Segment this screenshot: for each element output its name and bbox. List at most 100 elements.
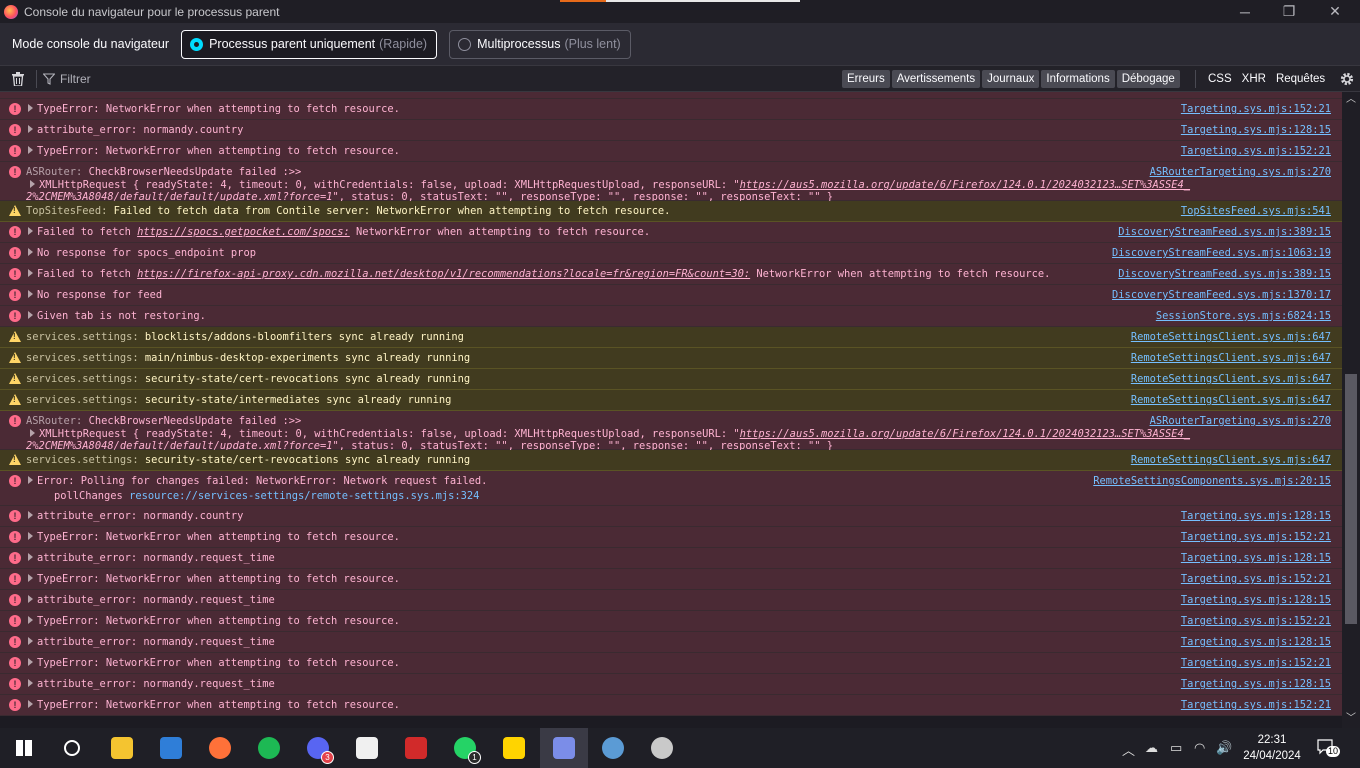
log-source-link[interactable]: Targeting.sys.mjs:152:21 bbox=[1181, 657, 1331, 669]
minimize-button[interactable]: ─ bbox=[1222, 0, 1268, 23]
log-source-link[interactable]: ASRouterTargeting.sys.mjs:270 bbox=[1150, 166, 1331, 178]
log-row-error[interactable]: ! ASRouter: CheckBrowserNeedsUpdate faile… bbox=[0, 162, 1342, 203]
filter-xhr-toggle[interactable]: XHR bbox=[1237, 70, 1271, 88]
expand-arrow-icon[interactable] bbox=[28, 125, 33, 133]
expand-arrow-icon[interactable] bbox=[28, 476, 33, 484]
expand-arrow-icon[interactable] bbox=[28, 700, 33, 708]
filter-warnings-toggle[interactable]: Avertissements bbox=[891, 70, 981, 88]
log-row-error[interactable]: ! attribute_error: normandy.country Target… bbox=[0, 506, 1342, 527]
taskbar-discord-button[interactable]: 3 bbox=[294, 728, 342, 768]
log-source-link[interactable]: Targeting.sys.mjs:152:21 bbox=[1181, 531, 1331, 543]
stack-source-link[interactable]: resource://services-settings/remote-sett… bbox=[129, 490, 479, 502]
volume-icon[interactable]: 🔊 bbox=[1216, 740, 1232, 756]
tray-chevron-icon[interactable]: ︿ bbox=[1122, 740, 1135, 759]
log-source-link[interactable]: RemoteSettingsClient.sys.mjs:647 bbox=[1131, 352, 1331, 364]
taskbar-firefox-devtools-button[interactable] bbox=[540, 728, 588, 768]
log-row-warning[interactable]: services.settings: security-state/cert-r… bbox=[0, 450, 1342, 471]
expand-arrow-icon[interactable] bbox=[30, 180, 35, 188]
expand-arrow-icon[interactable] bbox=[28, 574, 33, 582]
log-row-error[interactable]: ! TypeError: NetworkError when attempting… bbox=[0, 695, 1342, 716]
scroll-up-arrow-icon[interactable]: ︿ bbox=[1346, 95, 1356, 105]
expand-arrow-icon[interactable] bbox=[28, 553, 33, 561]
taskbar-file-explorer-button[interactable] bbox=[98, 728, 146, 768]
log-row-error[interactable]: ! attribute_error: normandy.request_time T… bbox=[0, 548, 1342, 569]
expand-arrow-icon[interactable] bbox=[28, 532, 33, 540]
log-row-error[interactable]: ! TypeError: NetworkError when attempting… bbox=[0, 653, 1342, 674]
taskbar-clock-app-button[interactable] bbox=[638, 728, 686, 768]
wifi-icon[interactable]: ◠ bbox=[1194, 740, 1205, 756]
filter-info-toggle[interactable]: Informations bbox=[1041, 70, 1115, 88]
log-source-link[interactable]: Targeting.sys.mjs:152:21 bbox=[1181, 145, 1331, 157]
scroll-down-arrow-icon[interactable]: ﹀ bbox=[1346, 714, 1356, 724]
log-source-link[interactable]: RemoteSettingsComponents.sys.mjs:20:15 bbox=[1093, 475, 1331, 487]
taskbar-firefox-button[interactable] bbox=[196, 728, 244, 768]
expand-arrow-icon[interactable] bbox=[28, 679, 33, 687]
xhr-response-url[interactable]: https://aus5.mozilla.org/update/6/Firefo… bbox=[740, 179, 1190, 191]
expand-arrow-icon[interactable] bbox=[28, 227, 33, 235]
log-source-link[interactable]: DiscoveryStreamFeed.sys.mjs:1370:17 bbox=[1112, 289, 1331, 301]
taskbar-sticky-notes-button[interactable] bbox=[490, 728, 538, 768]
taskbar-spotify-button[interactable] bbox=[245, 728, 293, 768]
expand-arrow-icon[interactable] bbox=[28, 269, 33, 277]
log-source-link[interactable]: Targeting.sys.mjs:128:15 bbox=[1181, 552, 1331, 564]
expand-arrow-icon[interactable] bbox=[28, 511, 33, 519]
maximize-button[interactable]: ❐ bbox=[1266, 0, 1312, 23]
log-row-warning[interactable]: services.settings: security-state/cert-r… bbox=[0, 369, 1342, 390]
log-row-error[interactable]: ! attribute_error: normandy.country Target… bbox=[0, 120, 1342, 141]
taskbar-winrar-button[interactable] bbox=[392, 728, 440, 768]
log-row-error[interactable]: ! TypeError: NetworkError when attempting… bbox=[0, 141, 1342, 162]
log-row-error[interactable]: ! TypeError: NetworkError when attempting… bbox=[0, 99, 1342, 120]
log-source-link[interactable]: RemoteSettingsClient.sys.mjs:647 bbox=[1131, 454, 1331, 466]
log-row-error[interactable]: ! attribute_error: normandy.request_time T… bbox=[0, 674, 1342, 695]
log-source-link[interactable]: Targeting.sys.mjs:152:21 bbox=[1181, 699, 1331, 711]
log-row-error[interactable]: ! Failed to fetch https://firefox-api-pro… bbox=[0, 264, 1342, 285]
expand-arrow-icon[interactable] bbox=[28, 595, 33, 603]
log-source-link[interactable]: DiscoveryStreamFeed.sys.mjs:1063:19 bbox=[1112, 247, 1331, 259]
log-row-warning[interactable]: services.settings: main/nimbus-desktop-e… bbox=[0, 348, 1342, 369]
log-url-link[interactable]: https://spocs.getpocket.com/spocs: bbox=[137, 226, 350, 238]
xhr-object[interactable]: XMLHttpRequest { readyState: 4, timeout:… bbox=[26, 428, 1190, 440]
log-row-error[interactable]: ! TypeError: NetworkError when attempting… bbox=[0, 611, 1342, 632]
xhr-object[interactable]: XMLHttpRequest { readyState: 4, timeout:… bbox=[26, 179, 1190, 191]
log-row-warning[interactable]: TopSitesFeed: Failed to fetch data from … bbox=[0, 201, 1342, 222]
log-row-error[interactable]: ! Error: Polling for changes failed: Netw… bbox=[0, 471, 1342, 506]
console-scrollbar[interactable]: ︿ ﹀ bbox=[1342, 92, 1360, 735]
log-row-error[interactable]: ! TypeError: NetworkError when attempting… bbox=[0, 569, 1342, 590]
log-source-link[interactable]: TopSitesFeed.sys.mjs:541 bbox=[1181, 205, 1331, 217]
filter-errors-toggle[interactable]: Erreurs bbox=[842, 70, 890, 88]
system-clock[interactable]: 22:31 24/04/2024 bbox=[1237, 732, 1307, 764]
log-source-link[interactable]: RemoteSettingsClient.sys.mjs:647 bbox=[1131, 394, 1331, 406]
log-source-link[interactable]: DiscoveryStreamFeed.sys.mjs:389:15 bbox=[1118, 226, 1331, 238]
taskbar-notepad-button[interactable] bbox=[343, 728, 391, 768]
log-row-error[interactable]: ! attribute_error: normandy.request_time T… bbox=[0, 632, 1342, 653]
onedrive-icon[interactable]: ☁ bbox=[1145, 740, 1158, 756]
taskbar-network-app-button[interactable] bbox=[589, 728, 637, 768]
notification-center-button[interactable]: 10 bbox=[1317, 739, 1341, 757]
log-source-link[interactable]: Targeting.sys.mjs:152:21 bbox=[1181, 103, 1331, 115]
expand-arrow-icon[interactable] bbox=[28, 290, 33, 298]
log-source-link[interactable]: RemoteSettingsClient.sys.mjs:647 bbox=[1131, 373, 1331, 385]
battery-icon[interactable]: ▭ bbox=[1170, 740, 1182, 756]
expand-arrow-icon[interactable] bbox=[28, 311, 33, 319]
xhr-response-url[interactable]: https://aus5.mozilla.org/update/6/Firefo… bbox=[740, 428, 1190, 440]
filter-requests-toggle[interactable]: Requêtes bbox=[1271, 70, 1330, 88]
taskbar-windows-start-button[interactable] bbox=[0, 728, 48, 768]
log-source-link[interactable]: DiscoveryStreamFeed.sys.mjs:389:15 bbox=[1118, 268, 1331, 280]
log-source-link[interactable]: Targeting.sys.mjs:128:15 bbox=[1181, 594, 1331, 606]
log-source-link[interactable]: Targeting.sys.mjs:128:15 bbox=[1181, 636, 1331, 648]
log-row-warning[interactable]: services.settings: blocklists/addons-blo… bbox=[0, 327, 1342, 348]
log-row-error[interactable]: ! attribute_error: normandy.request_time T… bbox=[0, 590, 1342, 611]
log-source-link[interactable]: Targeting.sys.mjs:152:21 bbox=[1181, 573, 1331, 585]
expand-arrow-icon[interactable] bbox=[28, 248, 33, 256]
filter-css-toggle[interactable]: CSS bbox=[1203, 70, 1237, 88]
console-output[interactable]: ! TypeError: NetworkError when attempting… bbox=[0, 92, 1342, 735]
expand-arrow-icon[interactable] bbox=[28, 616, 33, 624]
expand-arrow-icon[interactable] bbox=[30, 429, 35, 437]
log-row-error[interactable]: ! TypeError: NetworkError when attempting… bbox=[0, 527, 1342, 548]
multiprocess-radio-button[interactable]: Multiprocessus (Plus lent) bbox=[449, 29, 631, 59]
filter-logs-toggle[interactable]: Journaux bbox=[982, 70, 1040, 88]
parent-only-radio-button[interactable]: Processus parent uniquement (Rapide) bbox=[181, 29, 438, 59]
log-source-link[interactable]: SessionStore.sys.mjs:6824:15 bbox=[1156, 310, 1331, 322]
scrollbar-thumb[interactable] bbox=[1345, 374, 1357, 624]
close-button[interactable]: ✕ bbox=[1312, 0, 1358, 23]
